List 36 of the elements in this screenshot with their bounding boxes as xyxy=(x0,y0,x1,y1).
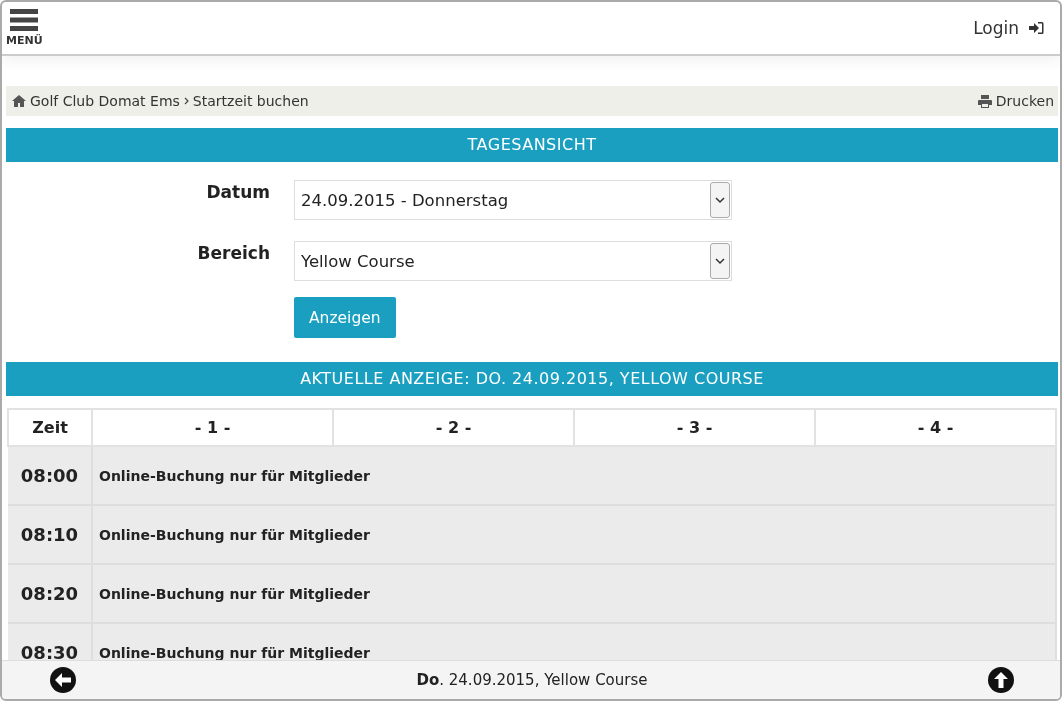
column-header: Zeit xyxy=(8,409,92,446)
column-header: - 2 - xyxy=(333,409,574,446)
chevron-icon xyxy=(183,97,189,105)
column-header: - 4 - xyxy=(815,409,1056,446)
field-label: Bereich xyxy=(196,242,270,263)
menu-icon xyxy=(10,9,39,31)
booking-note: Online-Buchung nur für Mitglieder xyxy=(92,623,1056,660)
arrow-up-button[interactable] xyxy=(988,667,1014,693)
menu-button[interactable]: MENÜ xyxy=(6,9,43,47)
printer-icon xyxy=(977,94,992,108)
current-view-text: Do. 24.09.2015, Yellow Course xyxy=(416,671,648,689)
booking-note: Online-Buchung nur für Mitglieder xyxy=(92,564,1056,623)
login-link[interactable]: Login xyxy=(967,17,1050,39)
arrow-left-icon xyxy=(50,667,76,693)
select-field[interactable]: 24.09.2015 - Donnerstag xyxy=(294,180,732,220)
print-link[interactable]: Drucken xyxy=(977,93,1054,109)
time-cell: 08:00 xyxy=(8,446,92,505)
column-header: - 3 - xyxy=(574,409,815,446)
home-icon xyxy=(12,95,26,107)
section-header: AKTUELLE ANZEIGE: DO. 24.09.2015, YELLOW COURSE xyxy=(6,362,1058,396)
time-cell: 08:10 xyxy=(8,505,92,564)
time-cell: 08:20 xyxy=(8,564,92,623)
breadcrumb-link[interactable]: Startzeit buchen xyxy=(192,93,309,109)
time-cell: 08:30 xyxy=(8,623,92,660)
field-label: Datum xyxy=(205,181,270,202)
breadcrumb-link[interactable]: Golf Club Domat Ems xyxy=(30,93,180,109)
column-header: - 1 - xyxy=(92,409,333,446)
sign-in-icon xyxy=(1029,21,1044,35)
chevron-down-icon xyxy=(715,196,725,204)
section-header: TAGESANSICHT xyxy=(6,128,1058,162)
booking-note: Online-Buchung nur für Mitglieder xyxy=(92,446,1056,505)
select-field[interactable]: Yellow Course xyxy=(294,241,732,281)
chevron-down-icon xyxy=(715,257,725,265)
arrow-left-button[interactable] xyxy=(50,667,76,693)
arrow-up-icon xyxy=(988,667,1014,693)
booking-note: Online-Buchung nur für Mitglieder xyxy=(92,505,1056,564)
